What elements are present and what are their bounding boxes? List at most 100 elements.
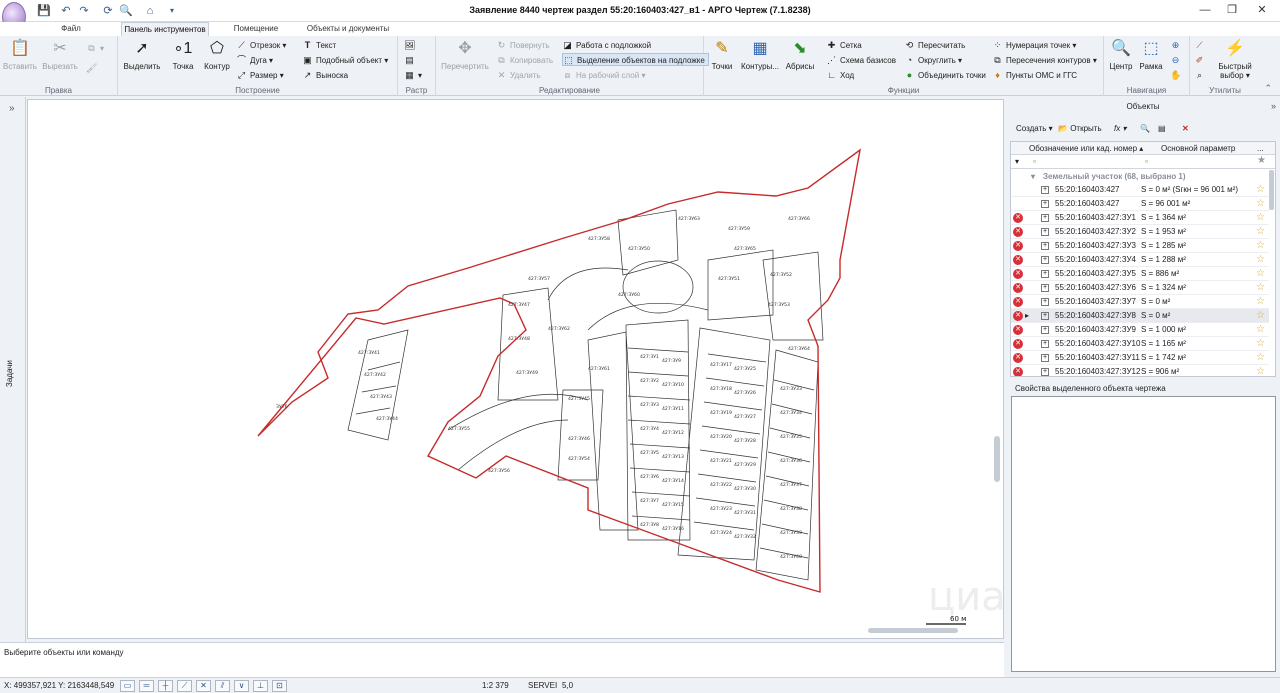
point-button[interactable]: ∘1 Точка (166, 38, 200, 71)
find-object-icon[interactable]: 🔍 (1140, 121, 1150, 137)
cut-button[interactable]: ✂ Вырезать (42, 38, 78, 71)
tab-toolbar[interactable]: Панель инструментов (121, 22, 209, 36)
raster-load-button[interactable]: 🖼 (404, 39, 418, 52)
col-more-header[interactable]: ... (1257, 144, 1264, 153)
contour-button[interactable]: ⬠ Контур (200, 38, 234, 71)
frame-button[interactable]: ⬚ Рамка (1136, 38, 1166, 71)
drawing-svg[interactable]: 427:ЗУ1427:ЗУ2427:ЗУ3427:ЗУ4427:ЗУ5427:З… (28, 100, 1032, 638)
snap-grid-icon[interactable]: ▭ (120, 680, 135, 692)
underlay-button[interactable]: ◪ Работа с подложкой (562, 39, 651, 52)
table-row[interactable]: ✕ +55:20:160403:427:ЗУ5 S = 886 м² ☆ (1011, 267, 1269, 281)
select-underlay-button[interactable]: ⬚ Выделение объектов на подложке (562, 53, 709, 66)
rotate-button[interactable]: ↻ Повернуть (496, 39, 550, 52)
segment-button[interactable]: ⟋ Отрезок ▾ (236, 39, 286, 52)
open-button[interactable]: 📂 Открыть (1058, 121, 1102, 137)
expand-icon[interactable]: + (1041, 186, 1049, 194)
table-row[interactable]: ✕ +55:20:160403:427:ЗУ12 S = 906 м² ☆ (1011, 365, 1269, 376)
col-param-header[interactable]: Основной параметр (1161, 144, 1235, 153)
zoom-out-button[interactable]: ⊖ (1170, 54, 1184, 67)
snap-cross-icon[interactable]: ✕ (196, 680, 211, 692)
table-row[interactable]: ✕ +55:20:160403:427:ЗУ3 S = 1 285 м² ☆ (1011, 239, 1269, 253)
snap-point-icon[interactable]: ┼ (158, 680, 173, 692)
plot-block-top[interactable] (617, 209, 679, 276)
star-icon[interactable]: ☆ (1256, 211, 1265, 225)
round-button[interactable]: ◔ Округлить ▾ (904, 54, 962, 67)
table-row[interactable]: ✕ +55:20:160403:427:ЗУ9 S = 1 000 м² ☆ (1011, 323, 1269, 337)
expand-icon[interactable]: + (1041, 340, 1049, 348)
raster-bind-button[interactable]: ▤ (404, 54, 418, 67)
star-icon[interactable]: ☆ (1256, 281, 1265, 295)
maximize-button[interactable]: ❐ (1220, 2, 1244, 18)
expand-icon[interactable]: + (1041, 228, 1049, 236)
tab-room[interactable]: Помещение (222, 22, 290, 36)
expand-icon[interactable]: + (1041, 312, 1049, 320)
table-row[interactable]: ✕ +55:20:160403:427:ЗУ4 S = 1 288 м² ☆ (1011, 253, 1269, 267)
star-icon[interactable]: ☆ (1256, 239, 1265, 253)
expand-icon[interactable]: + (1041, 256, 1049, 264)
expand-icon[interactable]: + (1041, 284, 1049, 292)
expand-tasks-icon[interactable]: » (9, 103, 15, 114)
plot-block-1[interactable] (587, 331, 639, 531)
star-icon[interactable]: ☆ (1256, 351, 1265, 365)
star-icon[interactable]: ☆ (1256, 309, 1265, 323)
canvas-horizontal-scrollbar[interactable] (868, 628, 958, 633)
star-icon[interactable]: ☆ (1256, 295, 1265, 309)
filter-icon[interactable]: ▾ (1015, 157, 1019, 166)
group-row[interactable]: ▾ Земельный участок (68, выбрано 1) (1011, 172, 1269, 183)
copy-button[interactable]: ⧉ Копировать (496, 54, 553, 67)
quick-select-button[interactable]: ⚡ Быстрый выбор ▾ (1214, 38, 1256, 80)
delete-button[interactable]: ✕ Удалить (496, 69, 541, 82)
merge-points-button[interactable]: ● Объединить точки (904, 69, 986, 82)
close-button[interactable]: ✕ (1250, 2, 1274, 18)
star-icon[interactable]: ☆ (1256, 253, 1265, 267)
text-button[interactable]: T Текст (302, 39, 336, 52)
measure-button[interactable]: ✐ (1194, 54, 1208, 67)
format-painter-button[interactable]: 🖌 (86, 62, 100, 75)
size-button[interactable]: ⤢ Размер ▾ (236, 69, 284, 82)
table-row[interactable]: ✕ +55:20:160403:427:ЗУ2 S = 1 953 м² ☆ (1011, 225, 1269, 239)
star-icon[interactable]: ☆ (1256, 197, 1265, 211)
table-row[interactable]: +55:20:160403:427 S = 96 001 м² ☆ (1011, 197, 1269, 211)
filter-star-icon[interactable]: ★ (1257, 155, 1266, 166)
to-layer-button[interactable]: ⧈ На рабочий слой ▾ (562, 69, 646, 82)
bases-button[interactable]: ⋰ Схема базисов (826, 54, 896, 67)
table-row[interactable]: ✕ +55:20:160403:427:ЗУ1 S = 1 364 м² ☆ (1011, 211, 1269, 225)
expand-icon[interactable]: + (1041, 326, 1049, 334)
create-button[interactable]: Создать ▾ (1016, 121, 1053, 137)
star-icon[interactable]: ☆ (1256, 225, 1265, 239)
intersections-button[interactable]: ⧉ Пересечения контуров ▾ (992, 54, 1097, 67)
snap-extra-icon[interactable]: ⊡ (272, 680, 287, 692)
fx-button[interactable]: fx ▾ (1114, 121, 1126, 137)
similar-object-button[interactable]: ▣ Подобный объект ▾ (302, 54, 388, 67)
star-icon[interactable]: ☆ (1256, 365, 1265, 376)
zoom-in-button[interactable]: ⊕ (1170, 39, 1184, 52)
callout-button[interactable]: ↗ Выноска (302, 69, 348, 82)
table-row[interactable]: ✕ +55:20:160403:427:ЗУ11 S = 1 742 м² ☆ (1011, 351, 1269, 365)
plot-block-west-1[interactable] (347, 329, 409, 441)
center-button[interactable]: 🔍 Центр (1106, 38, 1136, 71)
numbering-button[interactable]: ⁘ Нумерация точек ▾ (992, 39, 1077, 52)
contours-button[interactable]: ▦ Контуры... (738, 38, 782, 71)
points-button[interactable]: ✎ Точки (706, 38, 738, 71)
recalc-button[interactable]: ⟲ Пересчитать (904, 39, 966, 52)
expand-icon[interactable]: + (1041, 298, 1049, 306)
delete-object-icon[interactable]: ✕ (1182, 121, 1189, 137)
recompute-button[interactable]: ✥ Перечертить (440, 38, 490, 71)
panel-collapse-icon[interactable]: » (1271, 101, 1276, 111)
snap-perp-icon[interactable]: ⊥ (253, 680, 268, 692)
grid-scrollbar[interactable] (1269, 170, 1274, 210)
snap-ortho-icon[interactable]: ⟋ (177, 680, 192, 692)
expand-icon[interactable]: + (1041, 214, 1049, 222)
move-traverse-button[interactable]: ∟ Ход (826, 69, 854, 82)
expand-icon[interactable]: + (1041, 354, 1049, 362)
abris-button[interactable]: ⬊ Абрисы (782, 38, 818, 71)
drawing-canvas[interactable]: 427:ЗУ1 427:ЗУ2 427:ЗУ3 427:ЗУ4 427:ЗУ5 427:З… (27, 99, 1032, 639)
plot-block-4[interactable] (755, 349, 819, 581)
table-row[interactable]: ✕ ▸ +55:20:160403:427:ЗУ8 S = 0 м² ☆ (1011, 309, 1269, 323)
snap-line-icon[interactable]: ═ (139, 680, 154, 692)
snap-angle-icon[interactable]: ∨ (234, 680, 249, 692)
expand-icon[interactable]: + (1041, 270, 1049, 278)
command-line[interactable]: Выберите объекты или команду (0, 642, 1004, 677)
expand-icon[interactable]: + (1041, 200, 1049, 208)
table-row[interactable]: ✕ +55:20:160403:427:ЗУ10 S = 1 165 м² ☆ (1011, 337, 1269, 351)
